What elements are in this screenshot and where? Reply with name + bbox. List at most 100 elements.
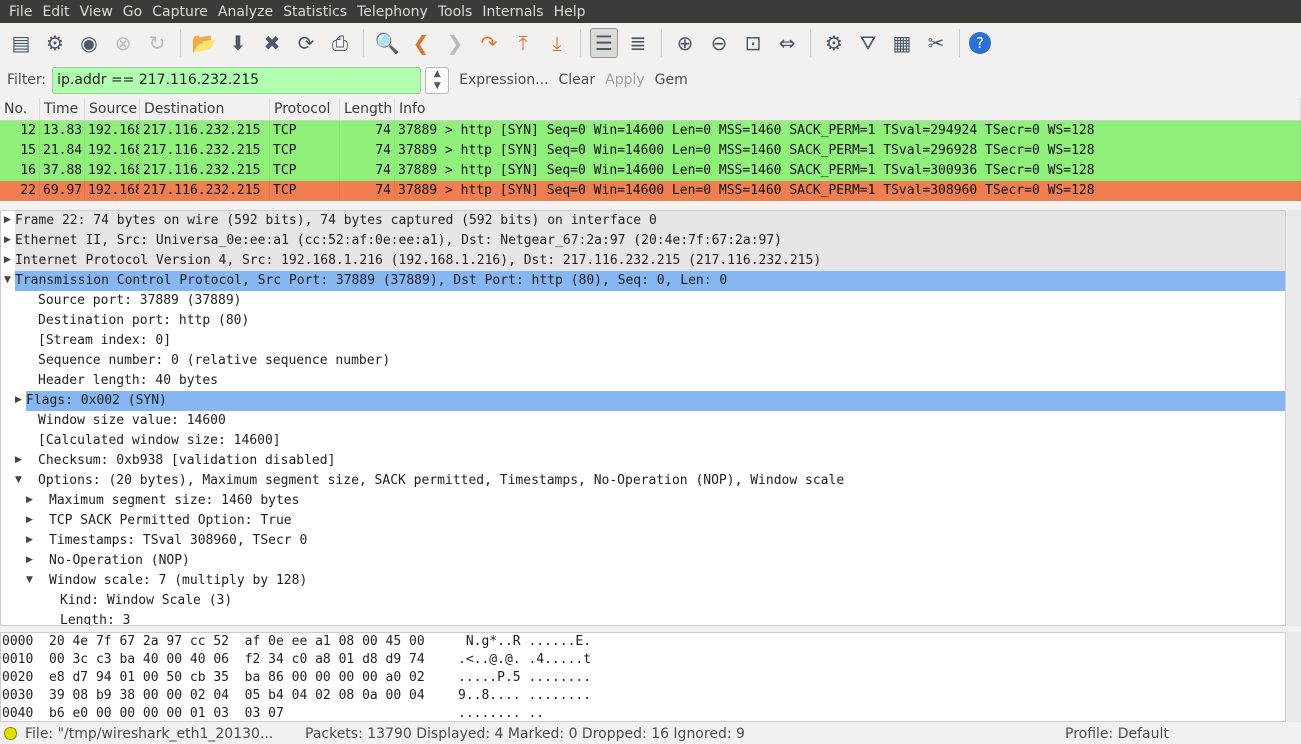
tree-item[interactable]: [Calculated window size: 14600] (1, 431, 1285, 451)
packet-row[interactable]: 1521.84192.168.1.216217.116.232.215TCP74… (0, 141, 1301, 161)
tree-item[interactable]: Maximum segment size: 1460 bytes (1, 491, 1285, 511)
clear-button[interactable]: Clear (559, 72, 596, 88)
hex-bytes[interactable]: b6 e0 00 00 00 00 01 03 03 07 (49, 705, 284, 723)
expanded-arrow-icon[interactable]: ▼ (26, 575, 33, 585)
menu-edit[interactable]: Edit (37, 4, 74, 20)
tree-item[interactable]: Length: 3 (1, 611, 1285, 625)
hex-ascii[interactable]: 9..8.... ........ (458, 687, 591, 705)
go-forward-button[interactable]: ❯ (441, 28, 469, 58)
start-capture-button[interactable]: ◉ (75, 28, 103, 58)
menu-capture[interactable]: Capture (147, 4, 213, 20)
tree-item[interactable]: Transmission Control Protocol, Src Port:… (15, 271, 1285, 291)
hex-ascii[interactable]: .....P.5 ........ (458, 669, 591, 687)
tree-item[interactable]: Options: (20 bytes), Maximum segment siz… (1, 471, 1285, 491)
collapsed-arrow-icon[interactable]: ▶ (4, 215, 11, 225)
column-info[interactable]: Info (395, 98, 1301, 120)
display-filters-button[interactable]: ⛛ (854, 28, 882, 58)
filter-history-dropdown[interactable]: ▲ ▼ (425, 66, 450, 94)
packet-row[interactable]: 1637.88192.168.1.216217.116.232.215TCP74… (0, 161, 1301, 181)
tree-item[interactable]: Checksum: 0xb938 [validation disabled] (1, 451, 1285, 471)
tree-item[interactable]: No-Operation (NOP) (1, 551, 1285, 571)
expert-info-led-icon[interactable] (4, 727, 17, 740)
menu-view[interactable]: View (75, 4, 118, 20)
hex-bytes[interactable]: e8 d7 94 01 00 50 cb 35 ba 86 00 00 00 0… (49, 669, 425, 687)
tree-item[interactable]: Header length: 40 bytes (1, 371, 1285, 391)
capture-filters-button[interactable]: ⚙ (820, 28, 848, 58)
tree-item[interactable]: Source port: 37889 (37889) (1, 291, 1285, 311)
status-profile[interactable]: Profile: Default (1065, 726, 1169, 742)
print-button[interactable]: ⎙ (326, 28, 354, 58)
collapsed-arrow-icon[interactable]: ▶ (4, 255, 11, 265)
collapsed-arrow-icon[interactable]: ▶ (26, 515, 33, 525)
tree-item[interactable]: Timestamps: TSval 308960, TSecr 0 (1, 531, 1285, 551)
hex-ascii[interactable]: ........ .. (458, 705, 544, 723)
auto-scroll-button[interactable]: ≣ (624, 28, 652, 58)
menu-help[interactable]: Help (549, 4, 591, 20)
tree-item[interactable]: Flags: 0x002 (SYN) (26, 391, 1285, 411)
tree-item[interactable]: Sequence number: 0 (relative sequence nu… (1, 351, 1285, 371)
menu-analyze[interactable]: Analyze (213, 4, 278, 20)
column-source[interactable]: Source (85, 98, 140, 120)
menu-go[interactable]: Go (118, 4, 147, 20)
open-file-button[interactable]: 📂 (190, 28, 218, 58)
column-protocol[interactable]: Protocol (270, 98, 340, 120)
tree-item[interactable]: Window size value: 14600 (1, 411, 1285, 431)
hex-ascii[interactable]: N.g*..R ......E. (458, 633, 591, 651)
collapsed-arrow-icon[interactable]: ▶ (26, 555, 33, 565)
menu-statistics[interactable]: Statistics (278, 4, 352, 20)
save-file-button[interactable]: ⬇ (224, 28, 252, 58)
hex-ascii[interactable]: .<..@.@. .4.....t (458, 651, 591, 669)
tree-item[interactable]: Kind: Window Scale (3) (1, 591, 1285, 611)
reload-button[interactable]: ⟳ (292, 28, 320, 58)
hex-bytes[interactable]: 39 08 b9 38 00 00 02 04 05 b4 04 02 08 0… (49, 687, 425, 705)
expanded-arrow-icon[interactable]: ▼ (15, 475, 22, 485)
collapsed-arrow-icon[interactable]: ▶ (26, 535, 33, 545)
menu-internals[interactable]: Internals (477, 4, 548, 20)
interface-list-button[interactable]: ▤ (7, 28, 35, 58)
go-to-packet-button[interactable]: ↷ (475, 28, 503, 58)
zoom-out-button[interactable]: ⊖ (705, 28, 733, 58)
hex-bytes[interactable]: 00 3c c3 ba 40 00 40 06 f2 34 c0 a8 01 d… (49, 651, 425, 669)
collapsed-arrow-icon[interactable]: ▶ (15, 395, 22, 405)
tree-item[interactable]: Internet Protocol Version 4, Src: 192.16… (15, 251, 1285, 271)
expanded-arrow-icon[interactable]: ▼ (4, 275, 11, 285)
menu-telephony[interactable]: Telephony (352, 4, 433, 20)
go-back-button[interactable]: ❮ (407, 28, 435, 58)
colorize-button[interactable]: ☰ (590, 28, 618, 58)
find-packet-button[interactable]: 🔍 (373, 28, 401, 58)
packet-row[interactable]: 2269.97192.168.1.216217.116.232.215TCP74… (0, 181, 1301, 201)
gem-button[interactable]: Gem (655, 72, 688, 88)
collapsed-arrow-icon[interactable]: ▶ (4, 235, 11, 245)
menu-file[interactable]: File (4, 4, 37, 20)
capture-options-button[interactable]: ⚙ (41, 28, 69, 58)
collapsed-arrow-icon[interactable]: ▶ (15, 455, 22, 465)
resize-columns-button[interactable]: ⇔ (773, 28, 801, 58)
normal-size-button[interactable]: ⊡ (739, 28, 767, 58)
collapsed-arrow-icon[interactable]: ▶ (26, 495, 33, 505)
column-destination[interactable]: Destination (140, 98, 270, 120)
coloring-rules-button[interactable]: ▦ (888, 28, 916, 58)
column-no[interactable]: No. (0, 98, 40, 120)
menu-tools[interactable]: Tools (433, 4, 478, 20)
tree-item[interactable]: Ethernet II, Src: Universa_0e:ee:a1 (cc:… (15, 231, 1285, 251)
preferences-button[interactable]: ✂ (922, 28, 950, 58)
hex-bytes[interactable]: 20 4e 7f 67 2a 97 cc 52 af 0e ee a1 08 0… (49, 633, 425, 651)
expression-button[interactable]: Expression... (459, 72, 548, 88)
display-filter-input[interactable] (52, 66, 422, 94)
tree-item[interactable]: [Stream index: 0] (1, 331, 1285, 351)
packet-row[interactable]: 1213.83192.168.1.216217.116.232.215TCP74… (0, 121, 1301, 141)
close-file-button[interactable]: ✖ (258, 28, 286, 58)
last-packet-button[interactable]: ⤓ (543, 28, 571, 58)
apply-button[interactable]: Apply (605, 72, 645, 88)
column-time[interactable]: Time (40, 98, 85, 120)
tree-item[interactable]: Frame 22: 74 bytes on wire (592 bits), 7… (15, 211, 1285, 231)
help-button[interactable]: ? (969, 32, 991, 54)
tree-item[interactable]: Window scale: 7 (multiply by 128) (1, 571, 1285, 591)
tree-item[interactable]: TCP SACK Permitted Option: True (1, 511, 1285, 531)
bytes-scrollbar[interactable] (1287, 632, 1301, 722)
tree-item[interactable]: Destination port: http (80) (1, 311, 1285, 331)
stop-capture-button[interactable]: ⊗ (109, 28, 137, 58)
zoom-in-button[interactable]: ⊕ (671, 28, 699, 58)
details-scrollbar[interactable] (1287, 210, 1301, 626)
first-packet-button[interactable]: ⤒ (509, 28, 537, 58)
